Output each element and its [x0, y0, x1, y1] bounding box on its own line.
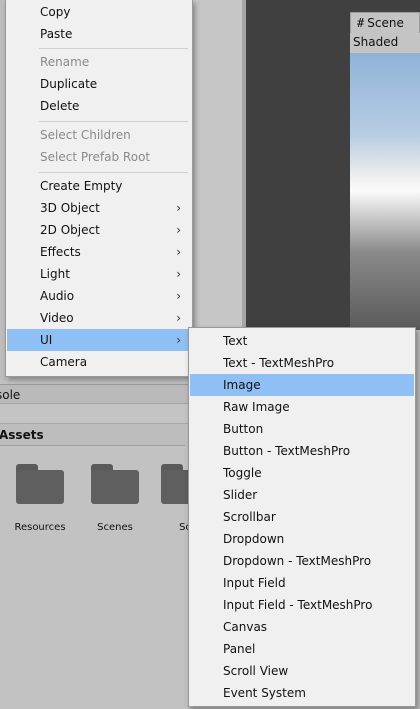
menu-item-label: 2D Object [40, 223, 100, 237]
submenu-item-scroll-view[interactable]: Scroll View [190, 660, 414, 682]
menu-item-effects[interactable]: Effects › [7, 241, 191, 263]
menu-item-select-children: Select Children [40, 128, 131, 142]
submenu-item-canvas[interactable]: Canvas [190, 616, 414, 638]
menu-item-label: Effects [40, 245, 81, 259]
submenu-item-button-textmeshpro[interactable]: Button - TextMeshPro [190, 440, 414, 462]
chevron-right-icon: › [176, 267, 181, 281]
submenu-item-slider[interactable]: Slider [190, 484, 414, 506]
menu-item-label: Audio [40, 289, 75, 303]
submenu-item-event-system[interactable]: Event System [190, 682, 414, 704]
menu-item-label: UI [40, 333, 53, 347]
console-tab[interactable]: sole [0, 384, 190, 404]
menu-item-create-empty[interactable]: Create Empty [7, 175, 191, 197]
menu-item-ui[interactable]: UI › [7, 329, 191, 351]
ui-submenu: Text Text - TextMeshPro Image Raw Image … [188, 327, 416, 707]
menu-item-camera[interactable]: Camera [7, 351, 191, 373]
folder-icon [91, 464, 139, 504]
scene-viewport[interactable] [350, 52, 420, 330]
submenu-item-dropdown[interactable]: Dropdown [190, 528, 414, 550]
hierarchy-visible-edge [190, 0, 242, 380]
chevron-right-icon: › [176, 201, 181, 215]
menu-item-copy[interactable]: Copy [7, 1, 191, 23]
chevron-right-icon: › [176, 289, 181, 303]
menu-item-label: Video [40, 311, 74, 325]
submenu-item-raw-image[interactable]: Raw Image [190, 396, 414, 418]
menu-item-select-prefab-root: Select Prefab Root [40, 150, 151, 164]
menu-item-paste[interactable]: Paste [7, 23, 191, 45]
scene-tab[interactable]: # Scene [350, 12, 420, 34]
console-tab-label: sole [0, 388, 21, 402]
menu-separator [39, 121, 188, 122]
folder-item[interactable]: Resources [10, 464, 70, 533]
submenu-item-dropdown-textmeshpro[interactable]: Dropdown - TextMeshPro [190, 550, 414, 572]
chevron-right-icon: › [176, 311, 181, 325]
menu-item-3d-object[interactable]: 3D Object › [7, 197, 191, 219]
assets-breadcrumb[interactable]: Assets [0, 424, 185, 446]
menu-item-audio[interactable]: Audio › [7, 285, 191, 307]
submenu-item-input-field[interactable]: Input Field [190, 572, 414, 594]
menu-separator [39, 172, 188, 173]
chevron-right-icon: › [176, 333, 181, 347]
scene-grid-icon: # [357, 16, 365, 30]
menu-item-rename: Rename [40, 55, 90, 69]
hierarchy-context-menu: Copy Paste Rename Duplicate Delete Selec… [5, 0, 193, 377]
submenu-item-input-field-textmeshpro[interactable]: Input Field - TextMeshPro [190, 594, 414, 616]
submenu-item-toggle[interactable]: Toggle [190, 462, 414, 484]
menu-item-duplicate[interactable]: Duplicate [7, 73, 191, 95]
submenu-item-image[interactable]: Image [190, 374, 414, 396]
folder-label: Scenes [97, 522, 133, 533]
menu-item-light[interactable]: Light › [7, 263, 191, 285]
chevron-right-icon: › [176, 245, 181, 259]
menu-item-label: Light [40, 267, 70, 281]
menu-item-delete[interactable]: Delete [7, 95, 191, 117]
folder-label: Resources [14, 522, 66, 533]
submenu-item-scrollbar[interactable]: Scrollbar [190, 506, 414, 528]
menu-separator [39, 48, 188, 49]
menu-item-video[interactable]: Video › [7, 307, 191, 329]
submenu-item-text-textmeshpro[interactable]: Text - TextMeshPro [190, 352, 414, 374]
submenu-item-button[interactable]: Button [190, 418, 414, 440]
menu-item-2d-object[interactable]: 2D Object › [7, 219, 191, 241]
menu-item-label: 3D Object [40, 201, 100, 215]
chevron-right-icon: › [176, 223, 181, 237]
submenu-item-panel[interactable]: Panel [190, 638, 414, 660]
folder-icon [16, 464, 64, 504]
submenu-item-text[interactable]: Text [190, 330, 414, 352]
scene-tab-label: Scene [367, 16, 404, 30]
folder-item[interactable]: Scenes [85, 464, 145, 533]
assets-breadcrumb-label: Assets [0, 428, 44, 442]
shading-mode-dropdown[interactable]: Shaded [350, 33, 420, 53]
project-toolbar [0, 404, 190, 424]
